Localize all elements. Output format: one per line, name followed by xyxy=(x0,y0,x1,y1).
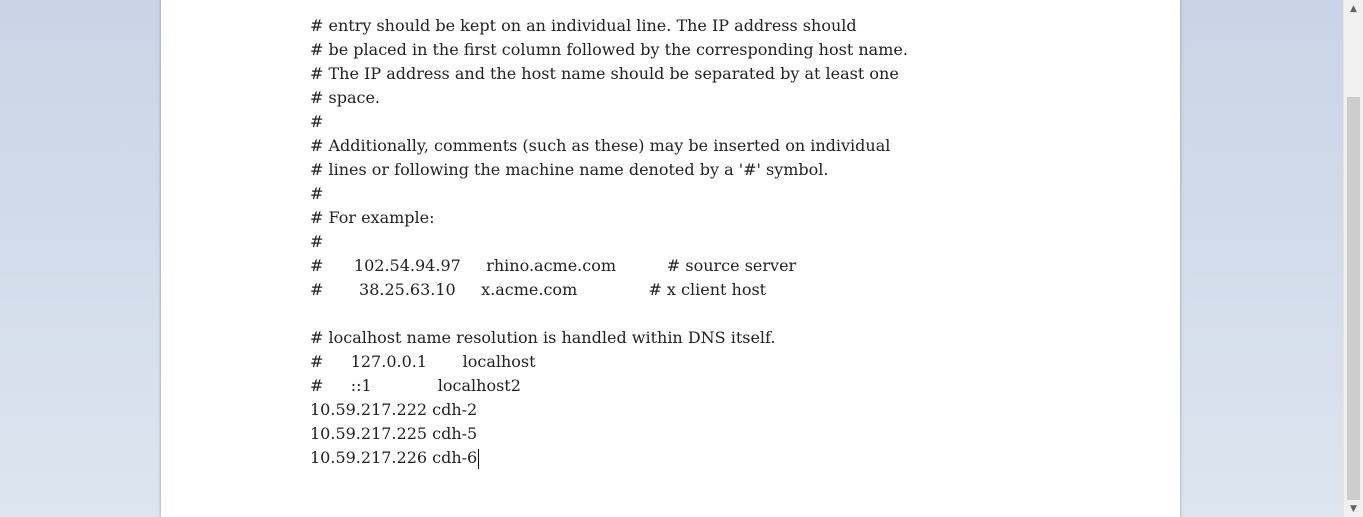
text-line xyxy=(310,302,1170,326)
text-editor[interactable]: # entry should be kept on an individual … xyxy=(310,14,1170,470)
text-line: # localhost name resolution is handled w… xyxy=(310,328,776,347)
text-line-content: 10.59.217.226 cdh-6 xyxy=(310,448,478,467)
text-line: # 127.0.0.1 localhost xyxy=(310,352,536,371)
arrow-up-icon[interactable]: ▲ xyxy=(1344,0,1363,17)
text-line: # be placed in the first column followed… xyxy=(310,40,908,59)
vertical-scrollbar[interactable]: ▲ ▼ xyxy=(1343,0,1363,517)
text-line: # The IP address and the host name shoul… xyxy=(310,64,899,83)
text-line: # xyxy=(310,112,324,131)
text-line: # space. xyxy=(310,88,380,107)
text-line: # For example: xyxy=(310,208,435,227)
text-line: # 38.25.63.10 x.acme.com # x client host xyxy=(310,280,767,299)
text-line: # 102.54.94.97 rhino.acme.com # source s… xyxy=(310,256,797,275)
text-line: # xyxy=(310,184,324,203)
text-line: 10.59.217.222 cdh-2 xyxy=(310,400,478,419)
scroll-thumb[interactable] xyxy=(1347,97,1360,500)
arrow-down-icon[interactable]: ▼ xyxy=(1344,500,1363,517)
text-line-current: 10.59.217.226 cdh-6 xyxy=(310,446,1170,470)
text-cursor xyxy=(478,448,480,469)
document-page: # entry should be kept on an individual … xyxy=(161,0,1180,517)
text-line: # xyxy=(310,232,324,251)
text-line: # Additionally, comments (such as these)… xyxy=(310,136,891,155)
text-line: # ::1 localhost2 xyxy=(310,376,521,395)
text-line: # entry should be kept on an individual … xyxy=(310,16,857,35)
text-line: 10.59.217.225 cdh-5 xyxy=(310,424,478,443)
text-line: # lines or following the machine name de… xyxy=(310,160,829,179)
